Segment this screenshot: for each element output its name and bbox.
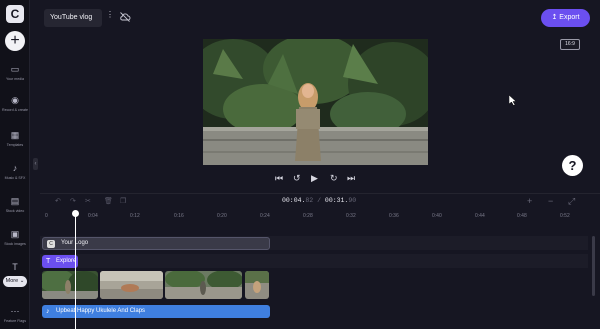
record-icon: ◉ [11, 95, 19, 105]
upload-icon: ↥ [551, 14, 558, 21]
timeline-scrollbar[interactable] [592, 236, 595, 296]
ruler-tick: 0:20 [217, 213, 227, 219]
ruler-tick: 0:28 [303, 213, 313, 219]
redo-icon[interactable]: ↷ [70, 197, 76, 205]
playhead-handle[interactable] [72, 210, 79, 217]
skip-forward-icon[interactable]: ⏭ [347, 173, 355, 184]
folder-icon: ▭ [10, 64, 20, 74]
ruler-tick: 0:40 [432, 213, 442, 219]
sidebar-item-templates[interactable]: ▦ Templates [0, 130, 30, 147]
zoom-in-icon[interactable]: + [527, 196, 532, 206]
logo-clip[interactable]: C Your Logo [42, 237, 270, 250]
cloud-off-icon[interactable] [119, 11, 131, 23]
logo-clip-icon: C [47, 240, 55, 248]
sidebar-item-label: Music & SFX [4, 176, 26, 180]
cut-icon[interactable]: ✂ [85, 197, 91, 205]
image-icon: ▣ [10, 229, 20, 239]
mouse-cursor-icon [509, 95, 517, 106]
sidebar-item-label: Stock video [5, 209, 25, 213]
sidebar-item-label: Feature Flags [3, 319, 27, 323]
sidebar-item-music[interactable]: ♪ Music & SFX [0, 163, 30, 180]
video-clip[interactable] [245, 271, 269, 299]
ruler-tick: 0:24 [260, 213, 270, 219]
sidebar-item-stock-images[interactable]: ▣ Stock images [0, 229, 30, 246]
ruler-tick: 0:12 [130, 213, 140, 219]
ruler-tick: 0:16 [174, 213, 184, 219]
export-button[interactable]: ↥ Export [541, 9, 590, 27]
delete-icon[interactable]: 🗑 [104, 197, 113, 205]
current-time-main: 00:04. [282, 197, 306, 204]
project-title-input[interactable]: YouTube vlog [44, 9, 102, 27]
playhead[interactable] [75, 213, 76, 329]
sidebar-item-label: Templates [6, 143, 24, 147]
ruler-tick: 0:32 [346, 213, 356, 219]
ruler-tick: 0:36 [389, 213, 399, 219]
text-track [40, 254, 588, 268]
time-separator: / [313, 197, 325, 204]
ruler-tick: 0 [45, 213, 48, 219]
zoom-fit-icon[interactable]: ⤢ [568, 196, 575, 207]
skip-back-icon[interactable]: ⏮ [275, 173, 283, 184]
video-clip[interactable] [165, 271, 242, 299]
add-media-button[interactable]: + [5, 31, 25, 51]
play-button[interactable]: ▶ [311, 173, 318, 184]
ruler-tick: 0:48 [517, 213, 527, 219]
video-preview[interactable] [203, 39, 428, 165]
rewind-icon[interactable]: ↺ [293, 173, 301, 184]
sidebar-item-your-media[interactable]: ▭ Your media [0, 64, 30, 81]
templates-icon: ▦ [10, 130, 20, 140]
text-icon: T [12, 262, 18, 272]
sidebar-item-record[interactable]: ◉ Record & create [0, 95, 30, 112]
audio-clip[interactable]: ♪ Upbeat Happy Ukulele And Claps [42, 305, 270, 318]
duplicate-icon[interactable]: ❐ [120, 197, 126, 205]
sidebar-item-label: Record & create [2, 108, 28, 112]
export-label: Export [559, 14, 580, 21]
total-time-frac: 90 [348, 197, 357, 204]
ruler-tick: 0:52 [560, 213, 570, 219]
app-logo[interactable]: C [6, 5, 24, 23]
aspect-ratio-button[interactable]: 16:9 [560, 39, 580, 50]
kebab-menu-icon[interactable]: ⋮ [106, 10, 114, 19]
flags-icon: ⋯ [10, 306, 20, 316]
more-button[interactable]: More ⌄ [3, 276, 27, 287]
text-clip[interactable]: T Explore [42, 255, 78, 268]
help-button[interactable]: ? [562, 155, 583, 176]
total-time-main: 00:31. [324, 197, 349, 204]
text-clip-icon: T [46, 258, 51, 265]
film-icon: ▤ [10, 196, 20, 206]
sidebar-item-stock-video[interactable]: ▤ Stock video [0, 196, 30, 213]
sidebar: C + ▭ Your media ◉ Record & create ▦ Tem… [0, 0, 30, 329]
forward-icon[interactable]: ↻ [330, 173, 338, 184]
undo-icon[interactable]: ↶ [55, 197, 61, 205]
music-note-icon: ♪ [46, 308, 50, 315]
audio-clip-label: Upbeat Happy Ukulele And Claps [56, 308, 146, 314]
sidebar-item-label: Stock images [4, 242, 26, 246]
text-clip-label: Explore [56, 258, 77, 264]
music-icon: ♪ [12, 163, 18, 173]
video-clip[interactable] [42, 271, 98, 299]
timecode-display: 00:04.82 / 00:31.90 [282, 197, 356, 204]
ruler-tick: 0:04 [88, 213, 98, 219]
sidebar-item-feature-flags[interactable]: ⋯ Feature Flags [0, 306, 30, 323]
sidebar-item-text[interactable]: T [0, 262, 30, 273]
video-clip[interactable] [100, 271, 163, 299]
timeline-ruler[interactable]: 0 0:04 0:12 0:16 0:20 0:24 0:28 0:32 0:3… [40, 210, 588, 222]
ruler-tick: 0:44 [475, 213, 485, 219]
sidebar-item-label: Your media [5, 77, 25, 81]
zoom-out-icon[interactable]: − [548, 196, 553, 206]
collapse-panel-handle[interactable]: ‹ [33, 158, 38, 170]
